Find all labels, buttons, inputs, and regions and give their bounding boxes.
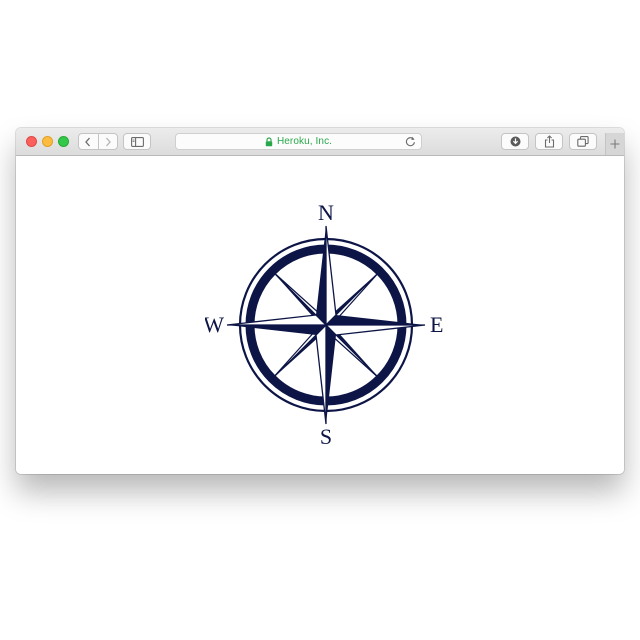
compass-west-label: W xyxy=(205,312,224,337)
lock-icon xyxy=(265,136,273,146)
navigation-buttons xyxy=(78,133,118,150)
tabs-overview-button[interactable] xyxy=(569,133,597,150)
site-identity-label: Heroku, Inc. xyxy=(276,136,333,147)
download-icon xyxy=(510,136,520,147)
share-icon xyxy=(544,135,554,148)
page-content: N S E W xyxy=(16,156,624,474)
compass-east-label: E xyxy=(430,312,443,337)
screenshot-stage: Heroku, Inc. N S E W xyxy=(0,0,640,640)
downloads-button[interactable] xyxy=(501,133,529,150)
forward-button[interactable] xyxy=(97,134,118,149)
chevron-left-icon xyxy=(85,137,91,146)
tabs-overview-icon xyxy=(577,136,589,147)
back-button[interactable] xyxy=(79,134,98,149)
new-tab-button[interactable] xyxy=(605,133,624,155)
address-bar[interactable]: Heroku, Inc. xyxy=(175,133,422,150)
minimize-window-button[interactable] xyxy=(42,136,53,147)
chevron-right-icon xyxy=(105,137,111,146)
zoom-window-button[interactable] xyxy=(58,136,69,147)
browser-window: Heroku, Inc. N S E W xyxy=(16,128,624,474)
sidebar-icon xyxy=(130,136,144,147)
share-button[interactable] xyxy=(535,133,563,150)
compass-south-label: S xyxy=(320,424,332,446)
plus-icon xyxy=(610,139,620,149)
compass-north-label: N xyxy=(318,204,334,225)
compass-rose-image: N S E W xyxy=(205,204,443,446)
address-bar-content: Heroku, Inc. xyxy=(176,134,421,149)
close-window-button[interactable] xyxy=(26,136,37,147)
browser-toolbar: Heroku, Inc. xyxy=(16,128,624,156)
compass-rose-graphic xyxy=(226,225,426,425)
sidebar-button[interactable] xyxy=(123,133,151,150)
reload-icon[interactable] xyxy=(405,136,416,147)
